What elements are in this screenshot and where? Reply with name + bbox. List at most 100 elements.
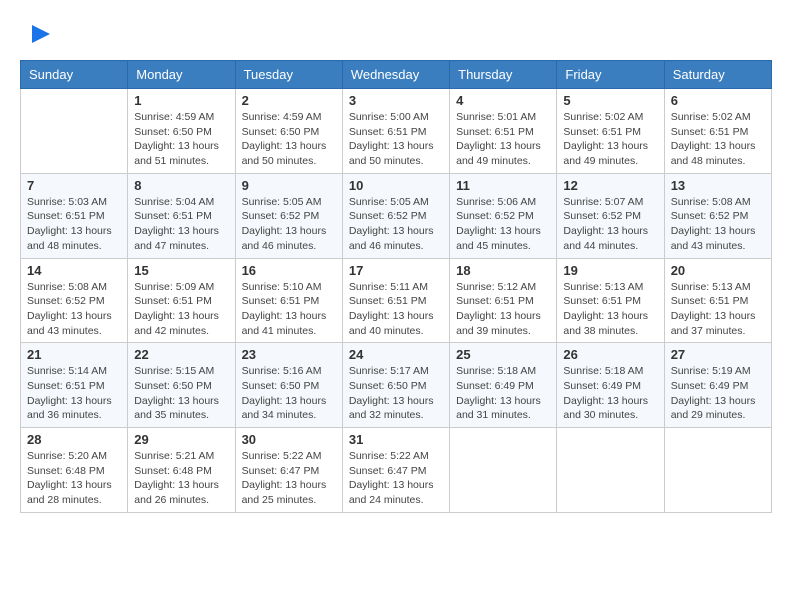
day-number: 2 (242, 93, 336, 108)
day-number: 19 (563, 263, 657, 278)
day-info: Sunrise: 5:17 AM Sunset: 6:50 PM Dayligh… (349, 364, 443, 423)
day-info: Sunrise: 5:10 AM Sunset: 6:51 PM Dayligh… (242, 280, 336, 339)
day-info: Sunrise: 5:15 AM Sunset: 6:50 PM Dayligh… (134, 364, 228, 423)
column-header-thursday: Thursday (450, 61, 557, 89)
calendar-cell: 15Sunrise: 5:09 AM Sunset: 6:51 PM Dayli… (128, 258, 235, 343)
calendar-cell: 22 Sunrise: 5:15 AM Sunset: 6:50 PM Dayli… (128, 343, 235, 428)
calendar-cell: 26 Sunrise: 5:18 AM Sunset: 6:49 PM Dayli… (557, 343, 664, 428)
day-info: Sunrise: 5:06 AM Sunset: 6:52 PM Dayligh… (456, 195, 550, 254)
day-info: Sunrise: 5:05 AM Sunset: 6:52 PM Dayligh… (242, 195, 336, 254)
day-number: 26 (563, 347, 657, 362)
calendar-cell: 25Sunrise: 5:18 AM Sunset: 6:49 PM Dayli… (450, 343, 557, 428)
calendar-cell: 7 Sunrise: 5:03 AM Sunset: 6:51 PM Daylig… (21, 173, 128, 258)
week-row-3: 14 Sunrise: 5:08 AM Sunset: 6:52 PM Dayli… (21, 258, 772, 343)
day-info: Sunrise: 5:02 AM Sunset: 6:51 PM Dayligh… (671, 110, 765, 169)
day-number: 1 (134, 93, 228, 108)
column-header-friday: Friday (557, 61, 664, 89)
week-row-2: 7 Sunrise: 5:03 AM Sunset: 6:51 PM Daylig… (21, 173, 772, 258)
day-number: 16 (242, 263, 336, 278)
day-number: 11 (456, 178, 550, 193)
day-info: Sunrise: 4:59 AM Sunset: 6:50 PM Dayligh… (242, 110, 336, 169)
day-number: 8 (134, 178, 228, 193)
day-info: Sunrise: 5:22 AM Sunset: 6:47 PM Dayligh… (349, 449, 443, 508)
day-number: 4 (456, 93, 550, 108)
calendar-cell: 12 Sunrise: 5:07 AM Sunset: 6:52 PM Dayli… (557, 173, 664, 258)
calendar-cell: 3Sunrise: 5:00 AM Sunset: 6:51 PM Daylig… (342, 89, 449, 174)
day-info: Sunrise: 5:20 AM Sunset: 6:48 PM Dayligh… (27, 449, 121, 508)
week-row-5: 28Sunrise: 5:20 AM Sunset: 6:48 PM Dayli… (21, 428, 772, 513)
day-number: 30 (242, 432, 336, 447)
logo (20, 20, 52, 50)
calendar-cell: 19Sunrise: 5:13 AM Sunset: 6:51 PM Dayli… (557, 258, 664, 343)
day-number: 17 (349, 263, 443, 278)
calendar-cell: 2 Sunrise: 4:59 AM Sunset: 6:50 PM Daylig… (235, 89, 342, 174)
calendar-cell: 8 Sunrise: 5:04 AM Sunset: 6:51 PM Daylig… (128, 173, 235, 258)
day-info: Sunrise: 5:11 AM Sunset: 6:51 PM Dayligh… (349, 280, 443, 339)
calendar-cell: 17 Sunrise: 5:11 AM Sunset: 6:51 PM Dayli… (342, 258, 449, 343)
day-info: Sunrise: 5:18 AM Sunset: 6:49 PM Dayligh… (456, 364, 550, 423)
day-number: 24 (349, 347, 443, 362)
calendar-cell (557, 428, 664, 513)
calendar-table: SundayMondayTuesdayWednesdayThursdayFrid… (20, 60, 772, 513)
day-info: Sunrise: 5:07 AM Sunset: 6:52 PM Dayligh… (563, 195, 657, 254)
calendar-cell: 9 Sunrise: 5:05 AM Sunset: 6:52 PM Daylig… (235, 173, 342, 258)
day-info: Sunrise: 5:01 AM Sunset: 6:51 PM Dayligh… (456, 110, 550, 169)
day-number: 29 (134, 432, 228, 447)
calendar-cell: 1Sunrise: 4:59 AM Sunset: 6:50 PM Daylig… (128, 89, 235, 174)
day-info: Sunrise: 5:03 AM Sunset: 6:51 PM Dayligh… (27, 195, 121, 254)
day-number: 18 (456, 263, 550, 278)
calendar-cell: 28Sunrise: 5:20 AM Sunset: 6:48 PM Dayli… (21, 428, 128, 513)
day-info: Sunrise: 5:02 AM Sunset: 6:51 PM Dayligh… (563, 110, 657, 169)
day-number: 9 (242, 178, 336, 193)
column-header-tuesday: Tuesday (235, 61, 342, 89)
day-number: 3 (349, 93, 443, 108)
day-info: Sunrise: 5:09 AM Sunset: 6:51 PM Dayligh… (134, 280, 228, 339)
calendar-header-row: SundayMondayTuesdayWednesdayThursdayFrid… (21, 61, 772, 89)
day-info: Sunrise: 5:22 AM Sunset: 6:47 PM Dayligh… (242, 449, 336, 508)
calendar-cell: 6 Sunrise: 5:02 AM Sunset: 6:51 PM Daylig… (664, 89, 771, 174)
logo-icon (22, 20, 52, 50)
calendar-cell: 14 Sunrise: 5:08 AM Sunset: 6:52 PM Dayli… (21, 258, 128, 343)
column-header-sunday: Sunday (21, 61, 128, 89)
calendar-cell: 31Sunrise: 5:22 AM Sunset: 6:47 PM Dayli… (342, 428, 449, 513)
calendar-cell (21, 89, 128, 174)
day-number: 21 (27, 347, 121, 362)
calendar-cell: 16 Sunrise: 5:10 AM Sunset: 6:51 PM Dayli… (235, 258, 342, 343)
day-info: Sunrise: 5:21 AM Sunset: 6:48 PM Dayligh… (134, 449, 228, 508)
day-info: Sunrise: 5:04 AM Sunset: 6:51 PM Dayligh… (134, 195, 228, 254)
day-number: 14 (27, 263, 121, 278)
calendar-cell: 24 Sunrise: 5:17 AM Sunset: 6:50 PM Dayli… (342, 343, 449, 428)
calendar-cell: 30 Sunrise: 5:22 AM Sunset: 6:47 PM Dayli… (235, 428, 342, 513)
day-number: 7 (27, 178, 121, 193)
calendar-cell: 18 Sunrise: 5:12 AM Sunset: 6:51 PM Dayli… (450, 258, 557, 343)
day-info: Sunrise: 5:13 AM Sunset: 6:51 PM Dayligh… (671, 280, 765, 339)
calendar-cell: 21 Sunrise: 5:14 AM Sunset: 6:51 PM Dayli… (21, 343, 128, 428)
day-info: Sunrise: 5:05 AM Sunset: 6:52 PM Dayligh… (349, 195, 443, 254)
calendar-cell (664, 428, 771, 513)
day-info: Sunrise: 5:12 AM Sunset: 6:51 PM Dayligh… (456, 280, 550, 339)
column-header-saturday: Saturday (664, 61, 771, 89)
day-number: 20 (671, 263, 765, 278)
day-info: Sunrise: 5:19 AM Sunset: 6:49 PM Dayligh… (671, 364, 765, 423)
calendar-cell (450, 428, 557, 513)
column-header-monday: Monday (128, 61, 235, 89)
day-info: Sunrise: 5:18 AM Sunset: 6:49 PM Dayligh… (563, 364, 657, 423)
day-number: 23 (242, 347, 336, 362)
calendar-cell: 4 Sunrise: 5:01 AM Sunset: 6:51 PM Daylig… (450, 89, 557, 174)
day-number: 10 (349, 178, 443, 193)
day-info: Sunrise: 5:14 AM Sunset: 6:51 PM Dayligh… (27, 364, 121, 423)
column-header-wednesday: Wednesday (342, 61, 449, 89)
day-number: 22 (134, 347, 228, 362)
day-number: 6 (671, 93, 765, 108)
calendar-cell: 29 Sunrise: 5:21 AM Sunset: 6:48 PM Dayli… (128, 428, 235, 513)
week-row-4: 21 Sunrise: 5:14 AM Sunset: 6:51 PM Dayli… (21, 343, 772, 428)
day-number: 5 (563, 93, 657, 108)
page-header (20, 20, 772, 50)
week-row-1: 1 Sunrise: 4:59 AM Sunset: 6:50 PM Daylig… (21, 89, 772, 174)
day-number: 12 (563, 178, 657, 193)
day-info: Sunrise: 5:08 AM Sunset: 6:52 PM Dayligh… (27, 280, 121, 339)
day-number: 27 (671, 347, 765, 362)
calendar-cell: 11 Sunrise: 5:06 AM Sunset: 6:52 PM Dayli… (450, 173, 557, 258)
calendar-cell: 27 Sunrise: 5:19 AM Sunset: 6:49 PM Dayli… (664, 343, 771, 428)
day-info: Sunrise: 5:08 AM Sunset: 6:52 PM Dayligh… (671, 195, 765, 254)
